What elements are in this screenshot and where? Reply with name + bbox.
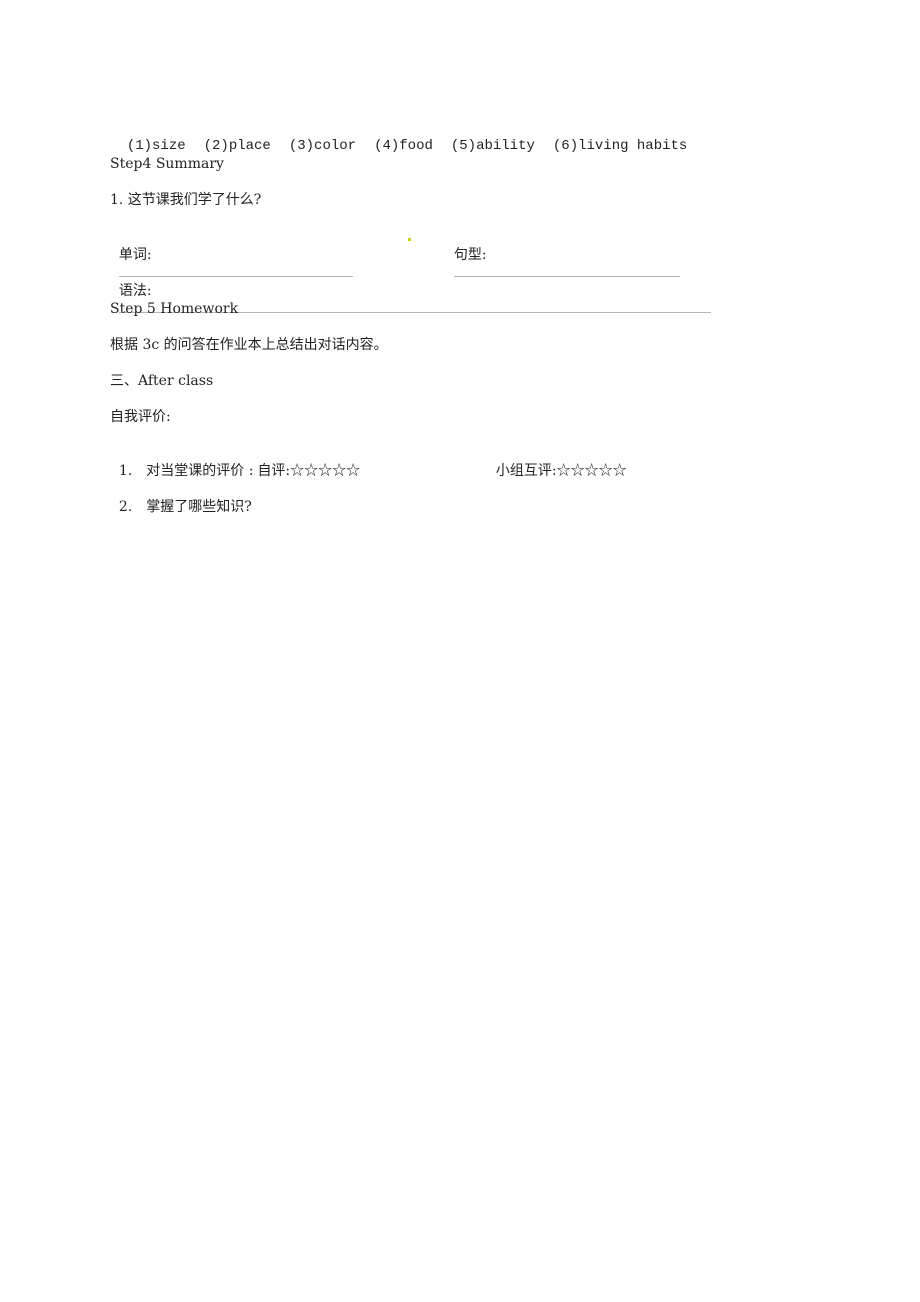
homework-task: 根据 3c 的问答在作业本上总结出对话内容。 bbox=[110, 337, 388, 353]
eval-item-1: 1. 对当堂课的评价 : 自评:☆☆☆☆☆ bbox=[110, 444, 360, 480]
grammar-label: 语法: bbox=[118, 283, 152, 299]
category-ability: (5)ability bbox=[450, 138, 535, 154]
eval-item-2: 2. 掌握了哪些知识? bbox=[110, 480, 252, 516]
step5-heading: Step 5 Homework bbox=[110, 301, 239, 317]
category-color: (3)color bbox=[288, 138, 357, 154]
self-eval-label: 自我评价: bbox=[110, 409, 171, 425]
group-rating-stars[interactable]: ☆☆☆☆☆ bbox=[557, 463, 627, 479]
stray-mark bbox=[408, 238, 411, 241]
item2-number: 2. bbox=[118, 499, 133, 515]
after-class-heading: 三、After class bbox=[110, 373, 214, 389]
step4-heading: Step4 Summary bbox=[110, 156, 224, 172]
question-1: 1. 这节课我们学了什么? bbox=[110, 192, 262, 208]
self-rating-label: 自评: bbox=[257, 463, 291, 479]
item1-text: 对当堂课的评价 : bbox=[146, 463, 254, 479]
category-food: (4)food bbox=[374, 138, 433, 154]
self-rating-stars[interactable]: ☆☆☆☆☆ bbox=[290, 463, 360, 479]
category-size: (1)size bbox=[126, 138, 186, 154]
category-living-habits: (6)living habits bbox=[552, 138, 688, 154]
sentence-label: 句型: bbox=[453, 247, 487, 263]
group-rating: 小组互评:☆☆☆☆☆ bbox=[487, 444, 627, 480]
group-rating-label: 小组互评: bbox=[495, 463, 557, 479]
item2-text: 掌握了哪些知识? bbox=[146, 499, 252, 515]
words-label: 单词: bbox=[118, 247, 152, 263]
categories-line: (1)size (2)place (3)color (4)food (5)ability… bbox=[110, 119, 688, 155]
item1-number: 1. bbox=[118, 463, 133, 479]
category-place: (2)place bbox=[203, 138, 271, 154]
